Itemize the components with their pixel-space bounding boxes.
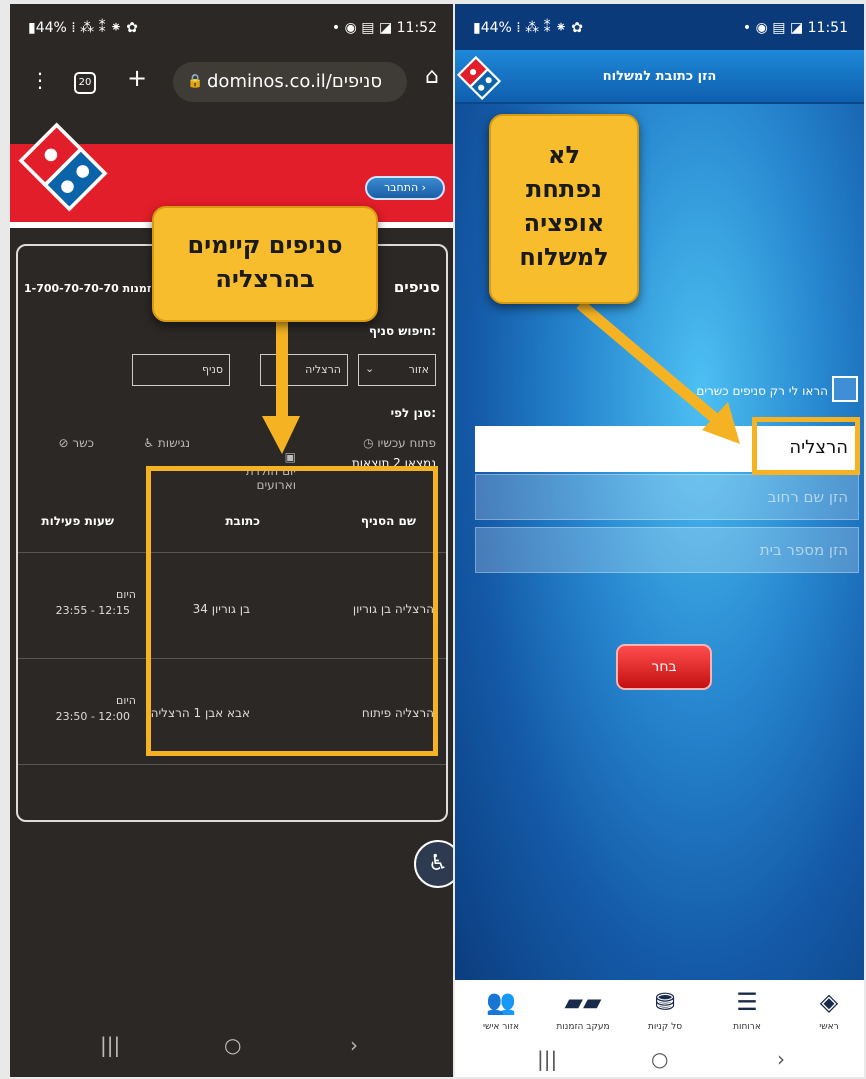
house-number-field[interactable]: הזן מספר בית: [475, 527, 859, 573]
back-nav-icon[interactable]: ›: [777, 1047, 785, 1071]
recent-apps-icon[interactable]: |||: [100, 1033, 120, 1057]
tab-cart[interactable]: ⛃ סל קניות: [630, 980, 700, 1046]
domino-icon: ◈: [819, 988, 839, 1016]
tab-home[interactable]: ◈ ראשי: [794, 980, 864, 1046]
store-day: היום: [116, 694, 136, 707]
filter-kosher-label: כשר: [72, 436, 94, 450]
arrow-diagonal-icon: [576, 299, 740, 444]
callout-stores-exist: סניפים קיימים בהרצליה: [152, 206, 378, 322]
arrow-down-icon: [262, 318, 300, 454]
store-day: היום: [116, 588, 136, 601]
tab-label: אזור אישי: [483, 1022, 519, 1032]
city-highlight: [752, 417, 860, 475]
filter-open-now[interactable]: ◷ פתוח עכשיו: [363, 436, 436, 450]
accessibility-button[interactable]: ♿: [414, 840, 453, 888]
results-highlight: [146, 466, 438, 756]
callout-no-delivery: לא נפתחת אופציה למשלוח: [489, 114, 639, 304]
tab-order-tracker[interactable]: ▰▰ מעקב הזמנות: [548, 980, 618, 1046]
more-menu-icon[interactable]: ⋮: [30, 68, 50, 92]
store-hours: 23:55 - 12:15: [55, 604, 130, 617]
city-value: הרצליה: [305, 363, 341, 376]
store-search-input[interactable]: סניף: [132, 354, 230, 386]
kosher-icon: ⊘: [58, 436, 69, 450]
kosher-only-checkbox[interactable]: [832, 376, 858, 402]
android-nav-bar: ||| ○ ›: [10, 1021, 453, 1077]
address-bar[interactable]: 🔒 dominos.co.il/סניפים: [173, 62, 407, 102]
divider: [18, 764, 446, 765]
store-hours: 23:50 - 12:00: [55, 710, 130, 723]
browser-toolbar: ⋮ 20 + 🔒 dominos.co.il/סניפים ⌂: [10, 50, 453, 114]
tab-label: סל קניות: [647, 1022, 683, 1032]
home-icon[interactable]: ⌂: [420, 64, 444, 89]
menu-list-icon: ☰: [736, 988, 758, 1016]
status-left: ▮44% ⁞ ⁂ ⁑ ⁕ ✿: [28, 20, 138, 36]
home-nav-icon[interactable]: ○: [224, 1033, 241, 1057]
tracker-icon: ▰▰: [564, 988, 602, 1016]
home-nav-icon[interactable]: ○: [651, 1047, 668, 1071]
tab-label: ראשי: [819, 1022, 839, 1032]
filter-accessible[interactable]: ♿ נגישות: [143, 436, 190, 450]
tabs-count-icon[interactable]: 20: [74, 72, 96, 94]
filter-accessible-label: נגישות: [157, 436, 190, 450]
choose-button[interactable]: בחר: [616, 644, 712, 690]
dominos-logo[interactable]: [18, 122, 108, 212]
status-left: ▮44% ⁞ ⁂ ⁑ ⁕ ✿: [473, 20, 583, 36]
status-bar: ▮44% ⁞ ⁂ ⁑ ⁕ ✿ • ◉ ▤ ◪ 11:52: [10, 4, 453, 50]
android-nav-bar: ||| ○ ›: [455, 1045, 864, 1077]
clock-icon: ◷: [363, 436, 374, 450]
search-label: חיפוש סניף:: [368, 324, 436, 338]
wheelchair-icon: ♿: [143, 436, 155, 450]
bottom-tab-bar: ◈ ראשי ☰ ארוחות ⛃ סל קניות ▰▰ מעקב הזמנו…: [455, 980, 864, 1046]
region-value: אזור: [408, 363, 429, 376]
dominos-logo[interactable]: [457, 56, 501, 100]
url-text: dominos.co.il/סניפים: [207, 71, 382, 92]
filter-open-now-label: פתוח עכשיו: [377, 436, 436, 450]
tab-personal-area[interactable]: 👥 אזור אישי: [466, 980, 536, 1046]
lock-icon: 🔒: [187, 74, 204, 89]
login-button[interactable]: התחבר ›: [365, 176, 445, 200]
street-field[interactable]: הזן שם רחוב: [475, 474, 859, 520]
status-bar: ▮44% ⁞ ⁂ ⁑ ⁕ ✿ • ◉ ▤ ◪ 11:51: [455, 4, 864, 50]
tab-meals[interactable]: ☰ ארוחות: [712, 980, 782, 1046]
status-right: • ◉ ▤ ◪ 11:51: [742, 20, 848, 36]
status-right: • ◉ ▤ ◪ 11:52: [331, 20, 437, 36]
page-title: סניפים: [393, 278, 440, 296]
filter-kosher[interactable]: ⊘ כשר: [58, 436, 94, 450]
chevron-down-icon: ⌄: [365, 362, 375, 375]
basket-icon: ⛃: [654, 988, 676, 1016]
back-nav-icon[interactable]: ›: [350, 1033, 358, 1057]
tab-label: מעקב הזמנות: [556, 1022, 610, 1032]
column-header-hours: שעות פעילות: [41, 514, 114, 528]
recent-apps-icon[interactable]: |||: [537, 1047, 557, 1071]
new-tab-icon[interactable]: +: [127, 64, 147, 92]
header-title: הזן כתובת למשלוח: [455, 50, 864, 104]
region-select[interactable]: אזור ⌄: [358, 354, 436, 386]
tab-label: ארוחות: [733, 1022, 761, 1032]
order-phone[interactable]: 1-700-70-70-70 הזמנות: [24, 282, 159, 295]
users-icon: 👥: [486, 988, 516, 1016]
filter-label: סנן לפי:: [390, 406, 436, 420]
